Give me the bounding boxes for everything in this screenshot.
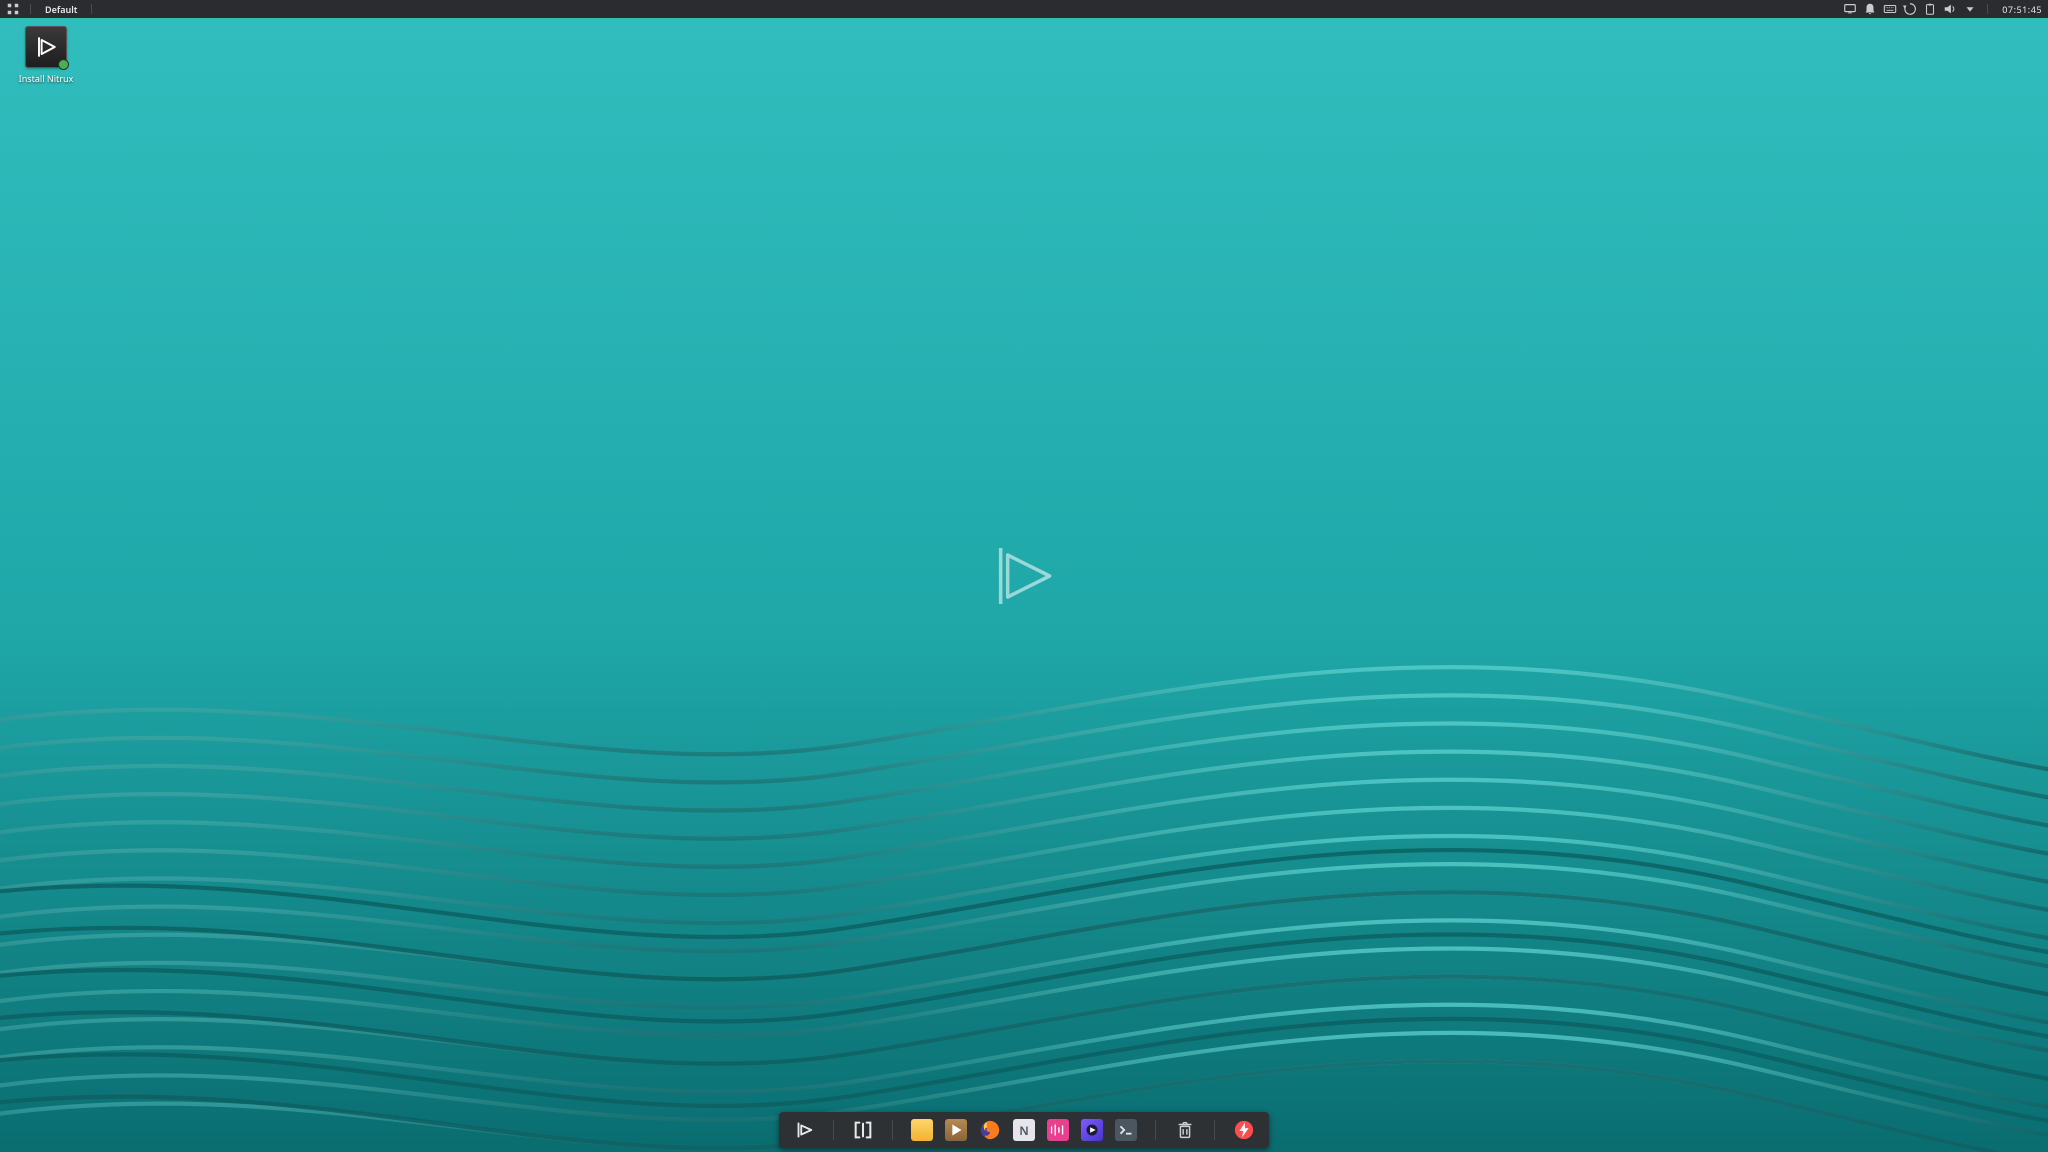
terminal-icon[interactable]	[1115, 1119, 1137, 1141]
volume-icon[interactable]	[1943, 2, 1957, 16]
separator	[1155, 1120, 1156, 1140]
workspace-name[interactable]: Default	[41, 3, 81, 16]
trash-icon[interactable]	[1174, 1119, 1196, 1141]
clipboard-icon[interactable]	[1923, 2, 1937, 16]
notifications-icon[interactable]	[1863, 2, 1877, 16]
keyboard-icon[interactable]	[1883, 2, 1897, 16]
software-center-icon[interactable]	[945, 1119, 967, 1141]
media-player-icon[interactable]	[1081, 1119, 1103, 1141]
clock[interactable]: 07:51:45	[1998, 3, 2042, 16]
updates-icon[interactable]	[1903, 2, 1917, 16]
launcher-icon[interactable]	[793, 1119, 815, 1141]
desktop-icon-label: Install Nitrux	[16, 72, 76, 85]
activities-corner[interactable]	[6, 2, 20, 16]
top-panel: Default 07:51:45	[0, 0, 2048, 18]
wallpaper	[0, 0, 2048, 1152]
file-manager-icon[interactable]	[911, 1119, 933, 1141]
separator	[892, 1120, 893, 1140]
display-icon[interactable]	[1843, 2, 1857, 16]
expand-tray-icon[interactable]	[1963, 2, 1977, 16]
wallpaper-logo	[989, 541, 1059, 611]
notes-icon[interactable]: N	[1013, 1119, 1035, 1141]
desktop-icon-install-nitrux[interactable]: Install Nitrux	[16, 26, 76, 85]
separator	[30, 4, 31, 14]
install-nitrux-tile	[25, 26, 67, 68]
separator	[833, 1120, 834, 1140]
install-badge-icon	[58, 59, 69, 70]
music-icon[interactable]	[1047, 1119, 1069, 1141]
separator	[1987, 4, 1988, 14]
dock: N	[779, 1112, 1269, 1148]
separator	[91, 4, 92, 14]
activities-icon[interactable]	[852, 1119, 874, 1141]
separator	[1214, 1120, 1215, 1140]
firefox-icon[interactable]	[979, 1119, 1001, 1141]
power-icon[interactable]	[1233, 1119, 1255, 1141]
